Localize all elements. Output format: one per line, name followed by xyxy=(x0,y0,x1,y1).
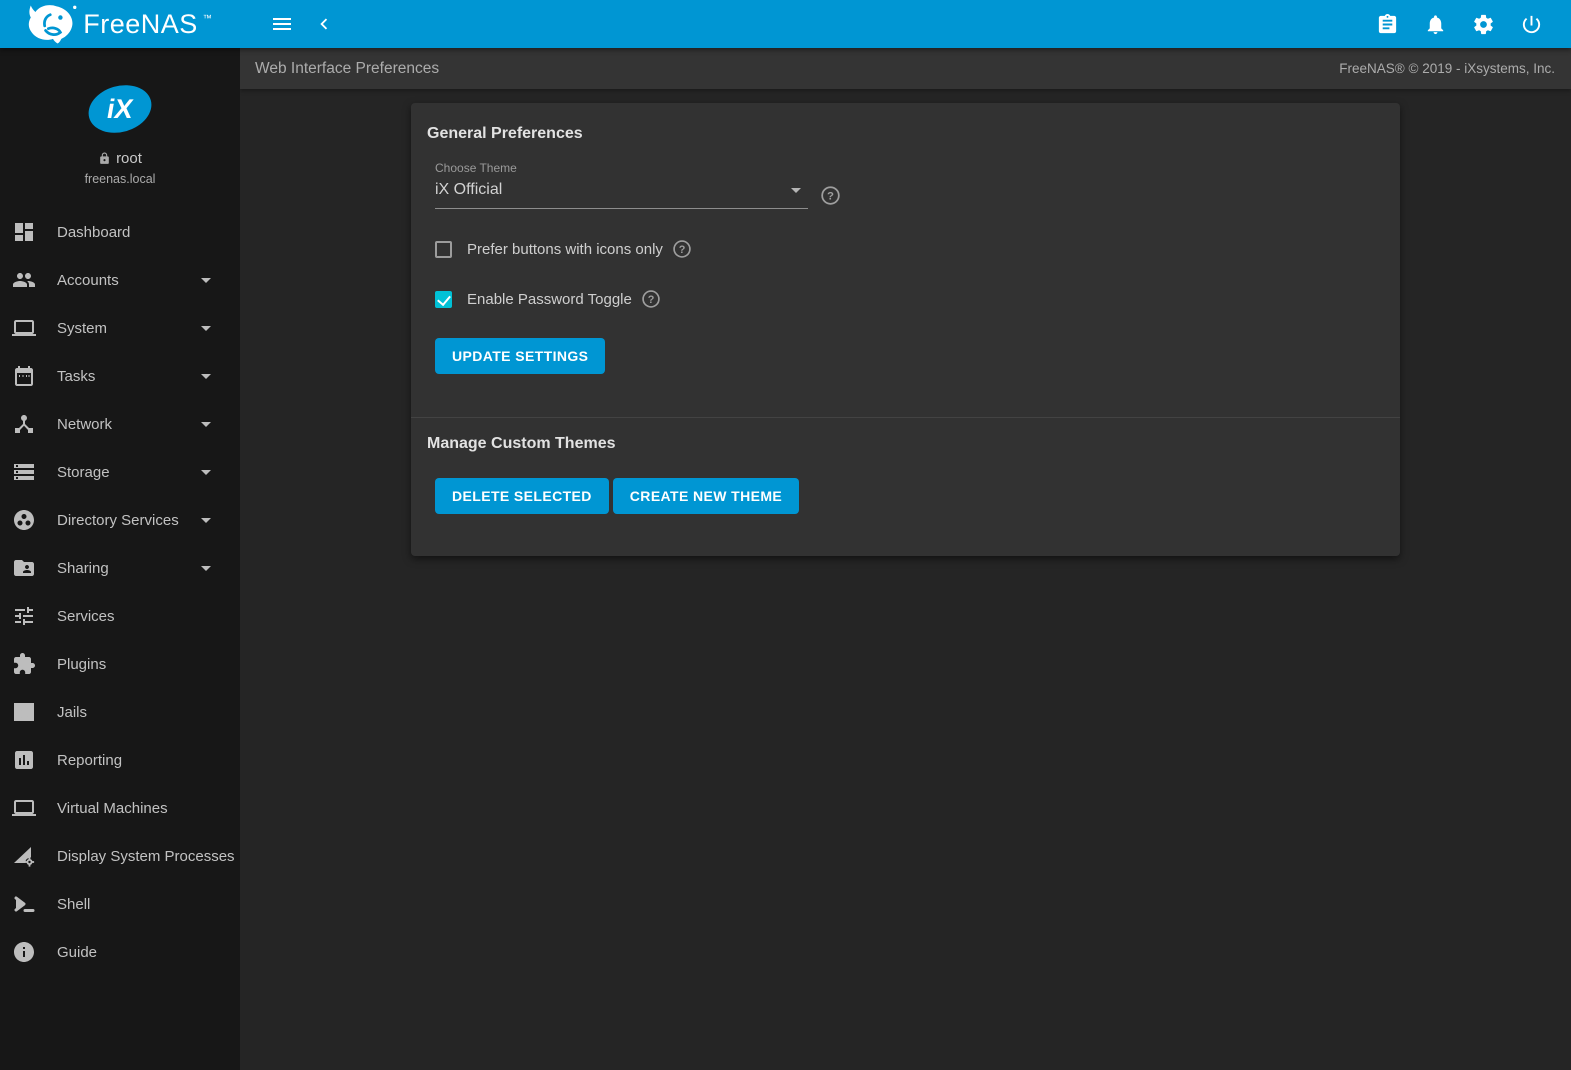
chevron-down-icon xyxy=(194,412,218,436)
sidebar-item-display-system-processes[interactable]: Display System Processes xyxy=(0,832,240,880)
power-button[interactable] xyxy=(1511,4,1551,44)
chevron-down-icon xyxy=(194,364,218,388)
chevron-down-icon xyxy=(194,508,218,532)
theme-field: Choose Theme iX Official ? xyxy=(435,161,1384,209)
chevron-down-icon xyxy=(194,556,218,580)
settings-button[interactable] xyxy=(1463,4,1503,44)
password-toggle-row: Enable Password Toggle ? xyxy=(435,289,1384,309)
sidebar: iX root freenas.local Dashboard Accounts… xyxy=(0,48,240,1070)
theme-select-value: iX Official xyxy=(435,181,503,198)
svg-text:?: ? xyxy=(648,294,655,306)
sidebar-item-jails[interactable]: Jails xyxy=(0,688,240,736)
tasks-icon xyxy=(12,364,36,388)
virtual-machines-icon xyxy=(12,796,36,820)
page-title: Web Interface Preferences xyxy=(255,59,440,77)
dropdown-caret-icon xyxy=(784,178,808,202)
user-name: root xyxy=(0,150,240,167)
reporting-icon xyxy=(12,748,36,772)
manage-custom-themes-title: Manage Custom Themes xyxy=(427,435,616,452)
back-button[interactable] xyxy=(304,4,344,44)
settings-icon xyxy=(1473,14,1493,34)
jails-icon xyxy=(12,700,36,724)
sidebar-item-accounts[interactable]: Accounts xyxy=(0,256,240,304)
create-new-theme-button[interactable]: CREATE NEW THEME xyxy=(612,478,800,514)
notifications-icon xyxy=(1427,14,1443,34)
preferences-card: General Preferences Choose Theme iX Offi… xyxy=(411,103,1400,556)
chevron-down-icon xyxy=(194,460,218,484)
icons-only-checkbox[interactable] xyxy=(435,240,452,258)
accounts-icon xyxy=(12,268,36,292)
freenas-logo: FreeNAS ™ xyxy=(0,0,240,48)
help-icon: ? xyxy=(673,240,691,258)
shell-icon xyxy=(12,892,36,916)
processes-icon xyxy=(12,844,36,868)
general-preferences-title: General Preferences xyxy=(427,125,583,142)
user-name-label: root xyxy=(116,150,142,167)
sidebar-item-reporting[interactable]: Reporting xyxy=(0,736,240,784)
menu-icon xyxy=(273,18,291,30)
sidebar-item-virtual-machines[interactable]: Virtual Machines xyxy=(0,784,240,832)
chevron-down-icon xyxy=(194,268,218,292)
task-manager-button[interactable] xyxy=(1367,4,1407,44)
lock-icon xyxy=(100,152,109,164)
icons-only-help-button[interactable]: ? xyxy=(672,239,692,259)
topbar-right-buttons xyxy=(1367,4,1571,44)
svg-text:?: ? xyxy=(679,244,686,256)
theme-select[interactable]: iX Official xyxy=(435,175,808,209)
sidebar-item-shell[interactable]: Shell xyxy=(0,880,240,928)
back-icon xyxy=(320,18,328,30)
logo-text: FreeNAS xyxy=(83,8,198,39)
password-toggle-checkbox[interactable] xyxy=(435,290,452,308)
menu-toggle-button[interactable] xyxy=(262,4,302,44)
update-settings-button[interactable]: UPDATE SETTINGS xyxy=(435,338,606,374)
topbar-left-buttons xyxy=(262,4,344,44)
sidebar-item-guide[interactable]: Guide xyxy=(0,928,240,976)
freenas-shark-icon xyxy=(29,5,77,44)
sidebar-nav: Dashboard Accounts System Tasks Network xyxy=(0,208,240,976)
network-icon xyxy=(12,412,36,436)
sidebar-item-storage[interactable]: Storage xyxy=(0,448,240,496)
system-icon xyxy=(12,316,36,340)
sharing-icon xyxy=(12,556,36,580)
sidebar-item-network[interactable]: Network xyxy=(0,400,240,448)
card-divider xyxy=(411,417,1400,418)
sidebar-item-directory-services[interactable]: Directory Services xyxy=(0,496,240,544)
topbar: FreeNAS ™ xyxy=(0,0,1571,48)
dashboard-icon xyxy=(12,220,36,244)
logo-trademark: ™ xyxy=(202,12,212,23)
sidebar-item-plugins[interactable]: Plugins xyxy=(0,640,240,688)
user-panel: iX root freenas.local xyxy=(0,48,240,186)
storage-icon xyxy=(12,460,36,484)
help-icon: ? xyxy=(821,186,840,205)
icons-only-label[interactable]: Prefer buttons with icons only xyxy=(467,241,663,258)
help-icon: ? xyxy=(642,290,660,308)
icons-only-row: Prefer buttons with icons only ? xyxy=(435,239,1384,259)
theme-field-label: Choose Theme xyxy=(435,161,517,175)
sidebar-item-tasks[interactable]: Tasks xyxy=(0,352,240,400)
svg-text:?: ? xyxy=(827,190,834,202)
password-toggle-label[interactable]: Enable Password Toggle xyxy=(467,291,632,308)
ix-logo: iX xyxy=(82,78,158,140)
sidebar-item-dashboard[interactable]: Dashboard xyxy=(0,208,240,256)
guide-icon xyxy=(12,940,36,964)
sidebar-item-sharing[interactable]: Sharing xyxy=(0,544,240,592)
plugins-icon xyxy=(12,652,36,676)
tasks-manager-icon xyxy=(1378,13,1396,33)
main-content: Web Interface Preferences FreeNAS® © 201… xyxy=(240,48,1571,1070)
breadcrumb-bar: Web Interface Preferences FreeNAS® © 201… xyxy=(240,48,1571,89)
services-icon xyxy=(12,604,36,628)
theme-help-button[interactable]: ? xyxy=(820,185,841,206)
freenas-app: FreeNAS ™ iX root freenas.local Dashboar… xyxy=(0,0,1571,1070)
copyright-text: FreeNAS® © 2019 - iXsystems, Inc. xyxy=(1339,61,1555,76)
directory-services-icon xyxy=(12,508,36,532)
sidebar-item-services[interactable]: Services xyxy=(0,592,240,640)
notifications-button[interactable] xyxy=(1415,4,1455,44)
sidebar-item-system[interactable]: System xyxy=(0,304,240,352)
delete-selected-button[interactable]: DELETE SELECTED xyxy=(435,478,609,514)
hostname-label: freenas.local xyxy=(84,172,156,186)
chevron-down-icon xyxy=(194,316,218,340)
power-icon xyxy=(1522,15,1540,33)
password-toggle-help-button[interactable]: ? xyxy=(641,289,661,309)
